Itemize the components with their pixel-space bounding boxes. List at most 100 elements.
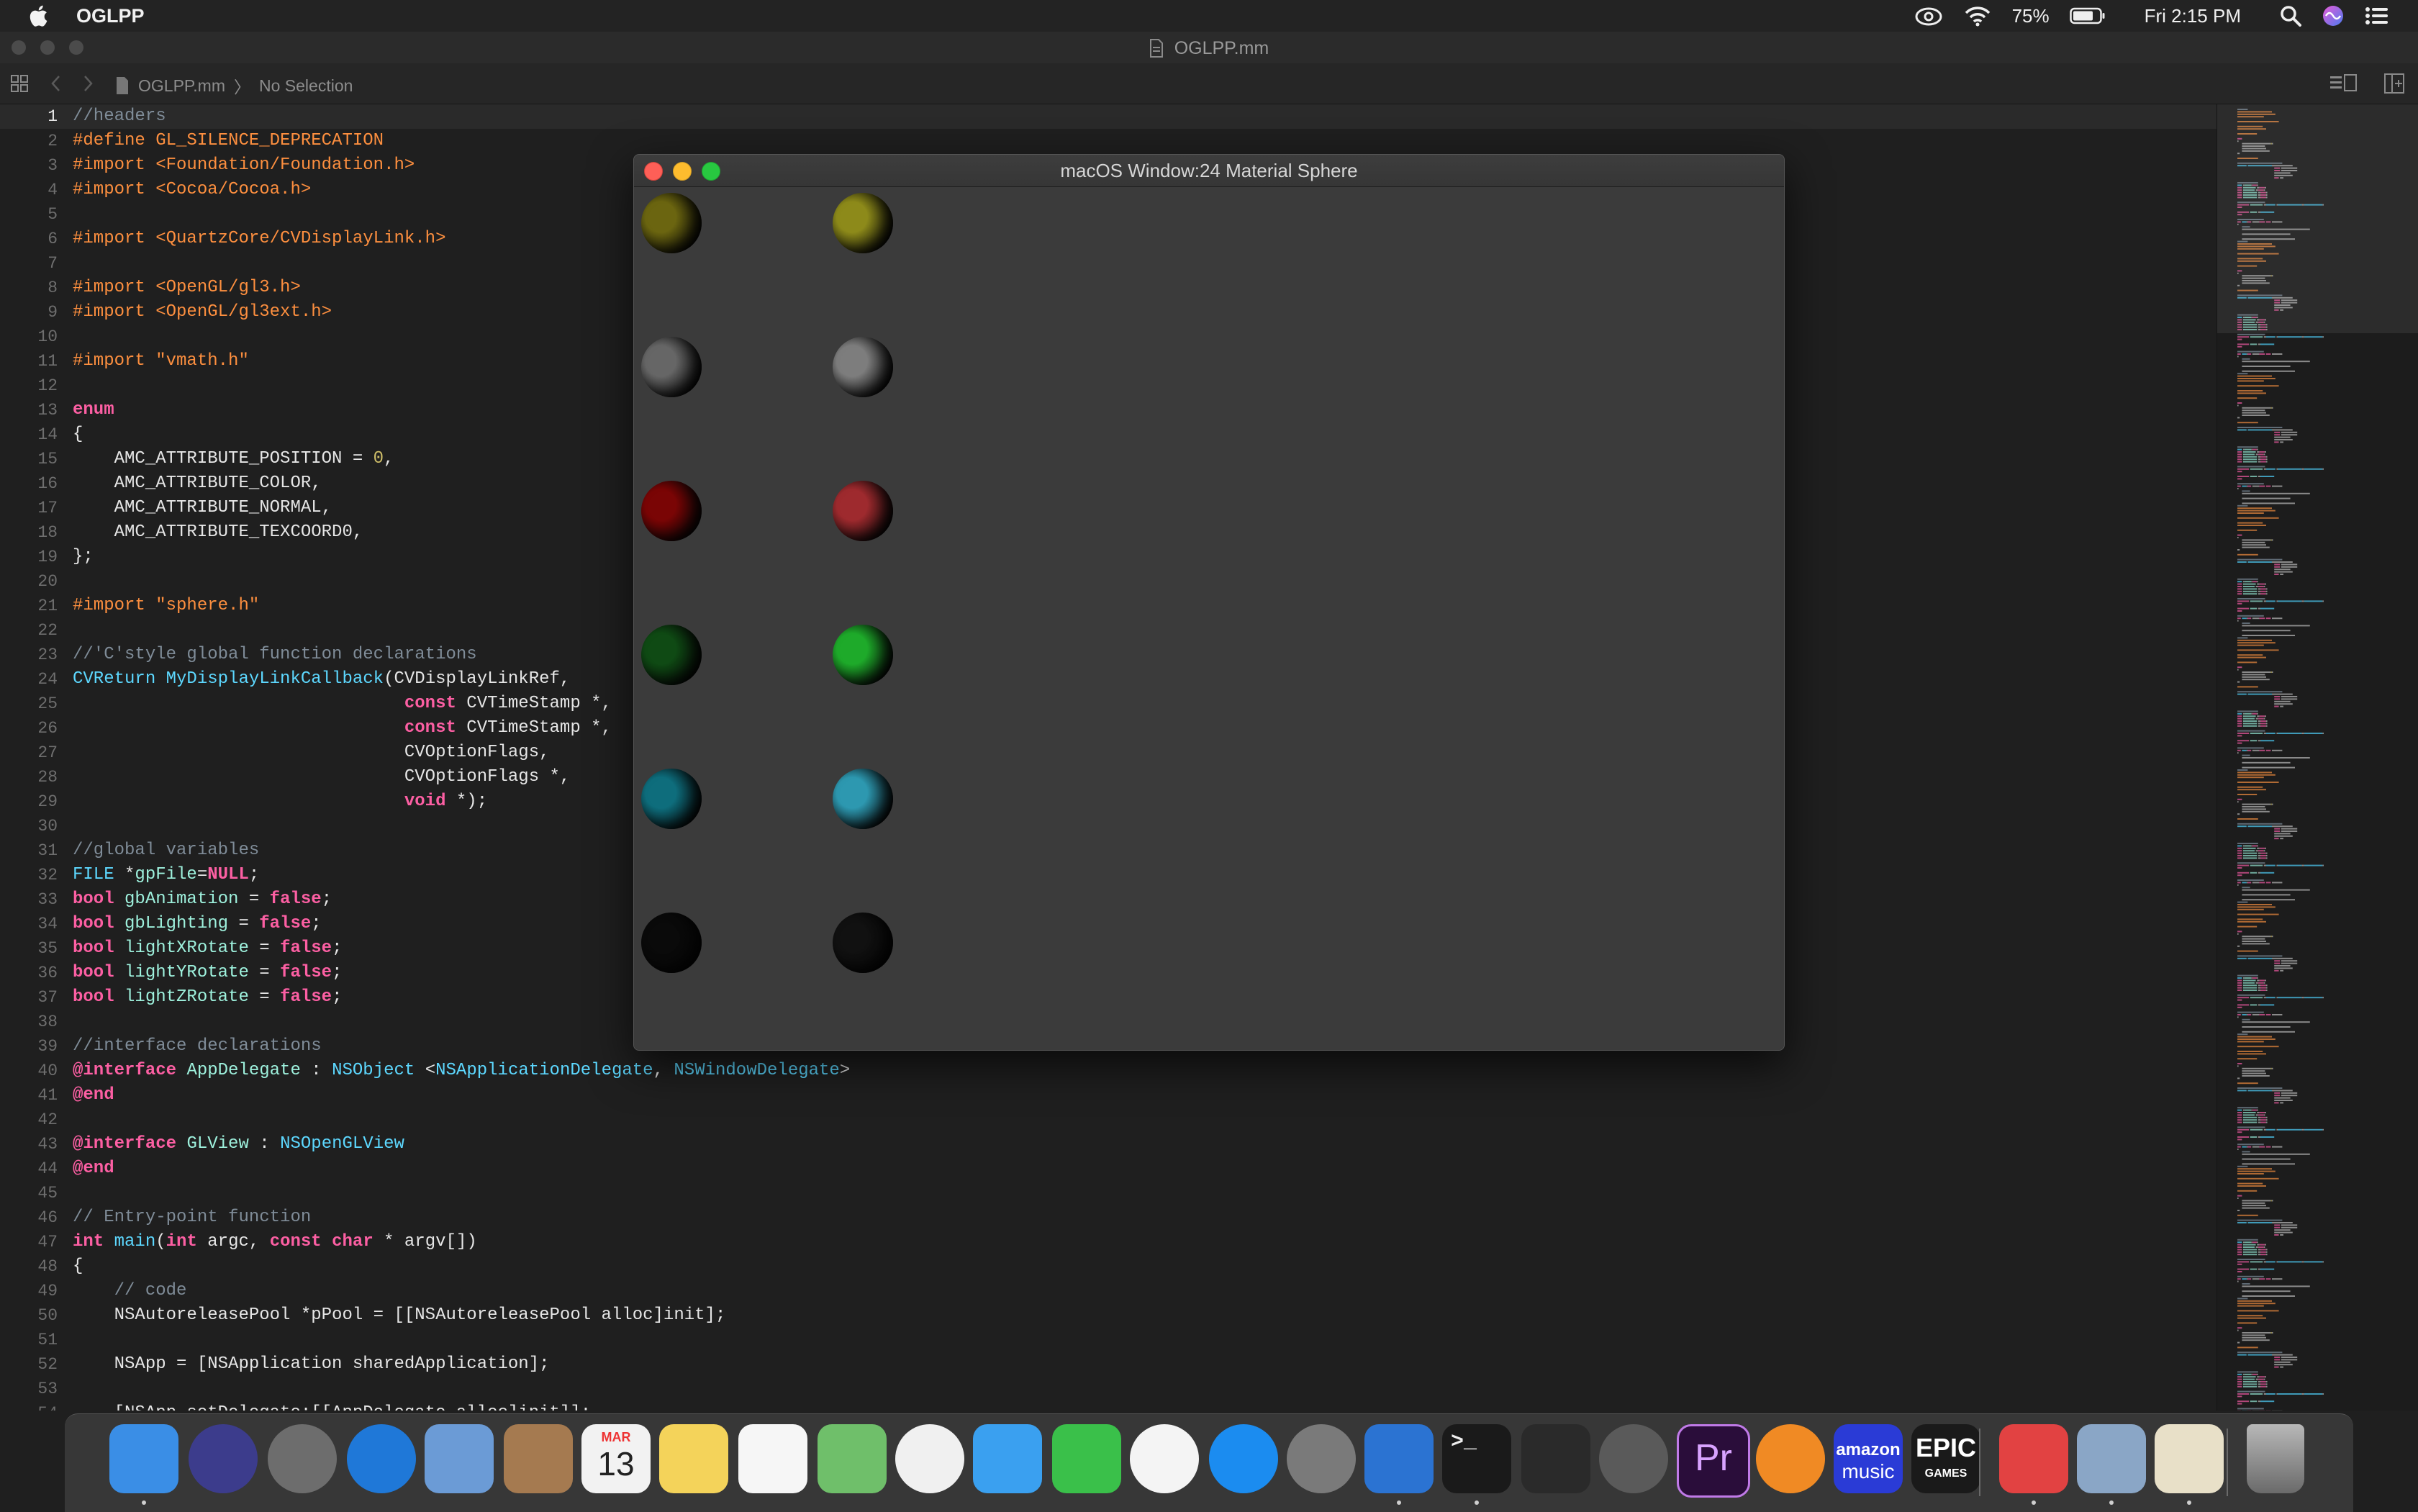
minimap-stroke — [2258, 718, 2264, 720]
code-line[interactable]: NSApp = [NSApplication sharedApplication… — [73, 1352, 2203, 1377]
back-chevron-icon[interactable] — [49, 74, 63, 93]
anydesk-icon[interactable] — [1999, 1424, 2068, 1493]
minimap-viewport[interactable] — [2217, 104, 2418, 333]
minimap-stroke — [2237, 855, 2242, 856]
safari-icon[interactable] — [347, 1424, 416, 1493]
battery-percent[interactable]: 75% — [2012, 5, 2050, 27]
minimap-stroke — [2272, 1068, 2273, 1069]
minimap-stroke — [2264, 1114, 2265, 1115]
minimap-stroke — [2258, 1246, 2264, 1248]
terminal-icon[interactable]: >_ — [1442, 1424, 1511, 1493]
breadcrumb-selection[interactable]: No Selection — [259, 76, 353, 96]
add-editor-icon[interactable] — [2383, 73, 2405, 94]
photos-icon[interactable] — [895, 1424, 964, 1493]
minimap-stroke — [2237, 584, 2242, 585]
launchpad-icon[interactable] — [268, 1424, 337, 1493]
itunes-icon[interactable] — [1130, 1424, 1199, 1493]
minimap-stroke — [2243, 1244, 2256, 1246]
minimap-stroke — [2237, 1300, 2272, 1302]
minimap[interactable] — [2216, 104, 2418, 1411]
epic-games-icon[interactable]: EPICGAMES — [1911, 1424, 1980, 1493]
code-line[interactable]: // Entry-point function — [73, 1205, 2203, 1230]
minimap-stroke — [2237, 1315, 2263, 1316]
code-line[interactable]: { — [73, 1254, 2203, 1279]
code-token: #import <OpenGL/gl3.h> — [73, 278, 301, 297]
minimap-stroke — [2243, 1386, 2257, 1387]
breadcrumb-file[interactable]: OGLPP.mm — [138, 76, 225, 96]
code-line[interactable] — [73, 1108, 2203, 1132]
opengl-window-titlebar[interactable]: macOS Window:24 Material Sphere — [634, 155, 1784, 187]
opengl-window[interactable]: macOS Window:24 Material Sphere — [633, 154, 1785, 1051]
battery-icon[interactable] — [2070, 6, 2106, 25]
minimap-stroke — [2242, 407, 2270, 409]
amazon-music-icon[interactable]: amazonmusic — [1834, 1424, 1903, 1493]
finder-icon[interactable] — [109, 1424, 178, 1493]
minimap-stroke — [2237, 918, 2263, 920]
code-line[interactable]: int main(int argc, const char * argv[]) — [73, 1230, 2203, 1254]
gl-zoom-button[interactable] — [702, 162, 720, 181]
calendar-icon[interactable]: MAR13 — [581, 1424, 651, 1493]
line-number: 7 — [0, 251, 58, 276]
code-line[interactable]: @interface GLView : NSOpenGLView — [73, 1132, 2203, 1156]
code-line[interactable]: // code — [73, 1279, 2203, 1303]
mail-icon[interactable] — [425, 1424, 494, 1493]
code-line[interactable] — [73, 1377, 2203, 1401]
code-line[interactable] — [73, 1328, 2203, 1352]
textedit-icon[interactable] — [2155, 1424, 2224, 1493]
system-preferences-icon[interactable] — [1287, 1424, 1356, 1493]
code-line[interactable] — [73, 1181, 2203, 1205]
minimap-stroke — [2237, 1090, 2247, 1091]
minimap-stroke — [2259, 848, 2265, 849]
menu-clock[interactable]: Fri 2:15 PM — [2145, 5, 2241, 27]
forward-chevron-icon[interactable] — [81, 74, 95, 93]
minimap-stroke — [2252, 750, 2260, 751]
notification-center-icon[interactable] — [2365, 6, 2389, 26]
code-token: ; — [332, 987, 342, 1007]
messages-icon[interactable] — [973, 1424, 1042, 1493]
minimap-stroke — [2265, 584, 2266, 585]
code-line[interactable]: NSAutoreleasePool *pPool = [[NSAutorelea… — [73, 1303, 2203, 1328]
app-menu-name[interactable]: OGLPP — [76, 5, 145, 27]
final-cut-pro-icon[interactable] — [1521, 1424, 1590, 1493]
contacts-icon[interactable] — [504, 1424, 573, 1493]
maps-icon[interactable] — [818, 1424, 887, 1493]
minimap-stroke — [2258, 456, 2260, 458]
spotlight-search-icon[interactable] — [2280, 5, 2301, 27]
minimap-stroke — [2237, 799, 2242, 800]
related-items-grid-icon[interactable] — [10, 74, 29, 93]
minimap-stroke — [2237, 979, 2242, 981]
minimap-stroke — [2243, 977, 2245, 979]
siri-icon[interactable] — [2322, 4, 2345, 27]
firefox-icon[interactable] — [1756, 1424, 1825, 1493]
code-line[interactable]: [NSApp setDelegate:[[AppDelegate alloc]i… — [73, 1401, 2203, 1411]
minimap-stroke — [2237, 417, 2240, 418]
app-store-icon[interactable] — [1209, 1424, 1278, 1493]
opengl-canvas[interactable] — [634, 187, 1784, 1050]
siri-icon[interactable] — [189, 1424, 258, 1493]
premiere-pro-icon[interactable]: Pr — [1677, 1424, 1750, 1498]
gl-close-button[interactable] — [644, 162, 663, 181]
minimap-stroke — [2242, 544, 2266, 546]
minimap-stroke — [2258, 1251, 2260, 1253]
code-line[interactable]: @end — [73, 1156, 2203, 1181]
creative-cloud-icon[interactable] — [1914, 5, 1943, 27]
apple-icon[interactable] — [29, 4, 50, 28]
line-number: 21 — [0, 594, 58, 618]
preview-icon[interactable] — [2077, 1424, 2146, 1493]
facetime-icon[interactable] — [1052, 1424, 1121, 1493]
compressor-icon[interactable] — [1599, 1424, 1668, 1493]
minimap-stroke — [2265, 1244, 2266, 1246]
notes-icon[interactable] — [659, 1424, 728, 1493]
line-number: 26 — [0, 716, 58, 741]
code-line[interactable]: @end — [73, 1083, 2203, 1108]
code-line[interactable]: @interface AppDelegate : NSObject <NSApp… — [73, 1059, 2203, 1083]
wifi-icon[interactable] — [1963, 5, 1992, 27]
trash-icon[interactable] — [2247, 1424, 2304, 1493]
reminders-icon[interactable] — [738, 1424, 807, 1493]
xcode-icon[interactable] — [1364, 1424, 1434, 1493]
code-line[interactable]: //headers — [73, 104, 2203, 129]
code-line[interactable]: #define GL_SILENCE_DEPRECATION — [73, 129, 2203, 153]
minimap-stroke — [2247, 882, 2248, 883]
gl-minimize-button[interactable] — [673, 162, 692, 181]
adjust-editor-options-icon[interactable] — [2329, 73, 2358, 94]
